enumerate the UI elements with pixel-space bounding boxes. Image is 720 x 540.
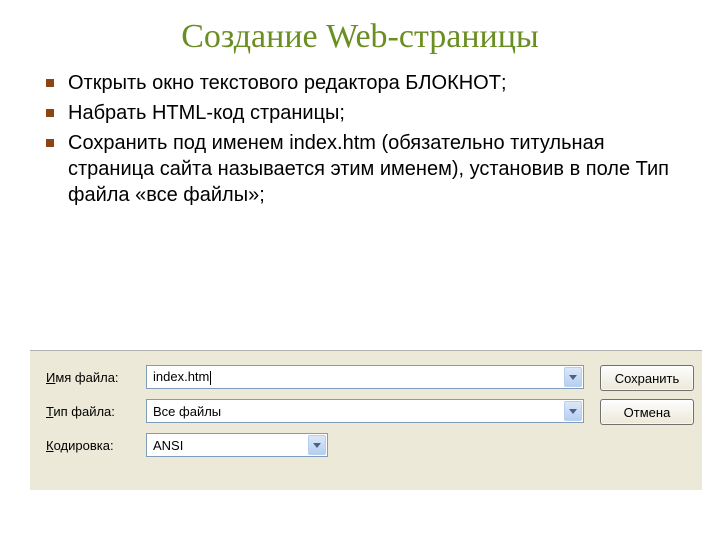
save-dialog-fragment: Имя файла: index.htm Тип файла: Все файл… bbox=[30, 350, 702, 490]
filename-label: Имя файла: bbox=[38, 370, 146, 385]
chevron-down-icon[interactable] bbox=[308, 435, 326, 455]
bullet-list: Открыть окно текстового редактора БЛОКНО… bbox=[46, 70, 680, 208]
encoding-label: Кодировка: bbox=[38, 438, 146, 453]
filename-value: index.htm bbox=[153, 369, 209, 384]
list-item: Открыть окно текстового редактора БЛОКНО… bbox=[46, 70, 680, 96]
chevron-down-icon[interactable] bbox=[564, 401, 582, 421]
text-caret bbox=[210, 371, 211, 385]
list-item: Сохранить под именем index.htm (обязател… bbox=[46, 130, 680, 208]
page-title: Создание Web-страницы bbox=[40, 18, 680, 56]
save-button[interactable]: Сохранить bbox=[600, 365, 694, 391]
list-item: Набрать HTML-код страницы; bbox=[46, 100, 680, 126]
encoding-select[interactable]: ANSI bbox=[146, 433, 328, 457]
cancel-button[interactable]: Отмена bbox=[600, 399, 694, 425]
filename-input[interactable]: index.htm bbox=[146, 365, 584, 389]
filetype-value: Все файлы bbox=[147, 404, 563, 419]
filetype-select[interactable]: Все файлы bbox=[146, 399, 584, 423]
encoding-value: ANSI bbox=[147, 438, 307, 453]
filetype-label: Тип файла: bbox=[38, 404, 146, 419]
chevron-down-icon[interactable] bbox=[564, 367, 582, 387]
